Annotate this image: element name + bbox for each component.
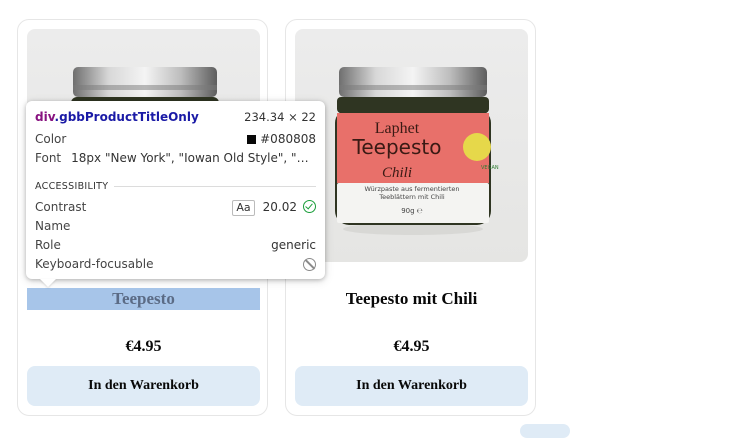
inspector-contrast-row: Contrast Aa 20.02 [35, 198, 316, 216]
element-dimensions: 234.34 × 22 [244, 110, 316, 124]
section-title: ACCESSIBILITY [35, 180, 109, 192]
product-title[interactable]: Teepesto [27, 288, 260, 310]
add-to-cart-button[interactable]: In den Warenkorb [27, 366, 260, 406]
accessibility-section: ACCESSIBILITY [35, 179, 316, 193]
contrast-label: Contrast [35, 200, 87, 214]
contrast-aa: Aa [232, 200, 255, 216]
inspector-keyboard-row: Keyboard-focusable [35, 255, 316, 273]
vegan-badge: VEGAN [481, 165, 499, 171]
product-price: €4.95 [393, 338, 430, 355]
font-label: Font [35, 151, 62, 165]
svg-text:Teepesto: Teepesto [352, 135, 442, 159]
contrast-value: 20.02 [262, 200, 297, 214]
selector-tag: div [35, 110, 55, 124]
inspector-color-row: Color #080808 [35, 130, 316, 148]
keyboard-label: Keyboard-focusable [35, 257, 154, 271]
svg-text:90g ℮: 90g ℮ [401, 207, 423, 215]
product-price: €4.95 [125, 338, 162, 355]
svg-text:Teeblättern mit Chili: Teeblättern mit Chili [378, 193, 445, 201]
color-swatch [247, 135, 257, 144]
product-image-2[interactable]: VEGAN Laphet Teepesto Chili Würzpaste au… [295, 29, 528, 262]
inspector-tooltip: div.gbbProductTitleOnly 234.34 × 22 Colo… [26, 101, 325, 279]
selector-class: .gbbProductTitleOnly [54, 110, 199, 124]
role-label: Role [35, 238, 61, 252]
font-value: 18px "New York", "Iowan Old Style", "App… [71, 151, 316, 165]
svg-text:Würzpaste aus fermentierten: Würzpaste aus fermentierten [364, 185, 459, 193]
inspector-font-row: Font 18px "New York", "Iowan Old Style",… [35, 149, 316, 167]
check-circle-icon [303, 200, 316, 213]
inspector-header: div.gbbProductTitleOnly 234.34 × 22 [35, 108, 316, 126]
color-label: Color [35, 132, 67, 146]
svg-text:Chili: Chili [382, 165, 412, 181]
role-value: generic [271, 238, 316, 252]
add-to-cart-button[interactable]: In den Warenkorb [295, 366, 528, 406]
jar-image: VEGAN Laphet Teepesto Chili Würzpaste au… [335, 67, 499, 235]
color-value: #080808 [260, 132, 316, 146]
not-allowed-icon [303, 257, 316, 271]
product-title[interactable]: Teepesto mit Chili [295, 288, 528, 310]
section-divider [114, 185, 316, 187]
inspector-role-row: Role generic [35, 236, 316, 254]
name-label: Name [35, 219, 71, 233]
inspector-name-row: Name [35, 217, 316, 235]
floating-cart-button[interactable] [520, 424, 570, 438]
